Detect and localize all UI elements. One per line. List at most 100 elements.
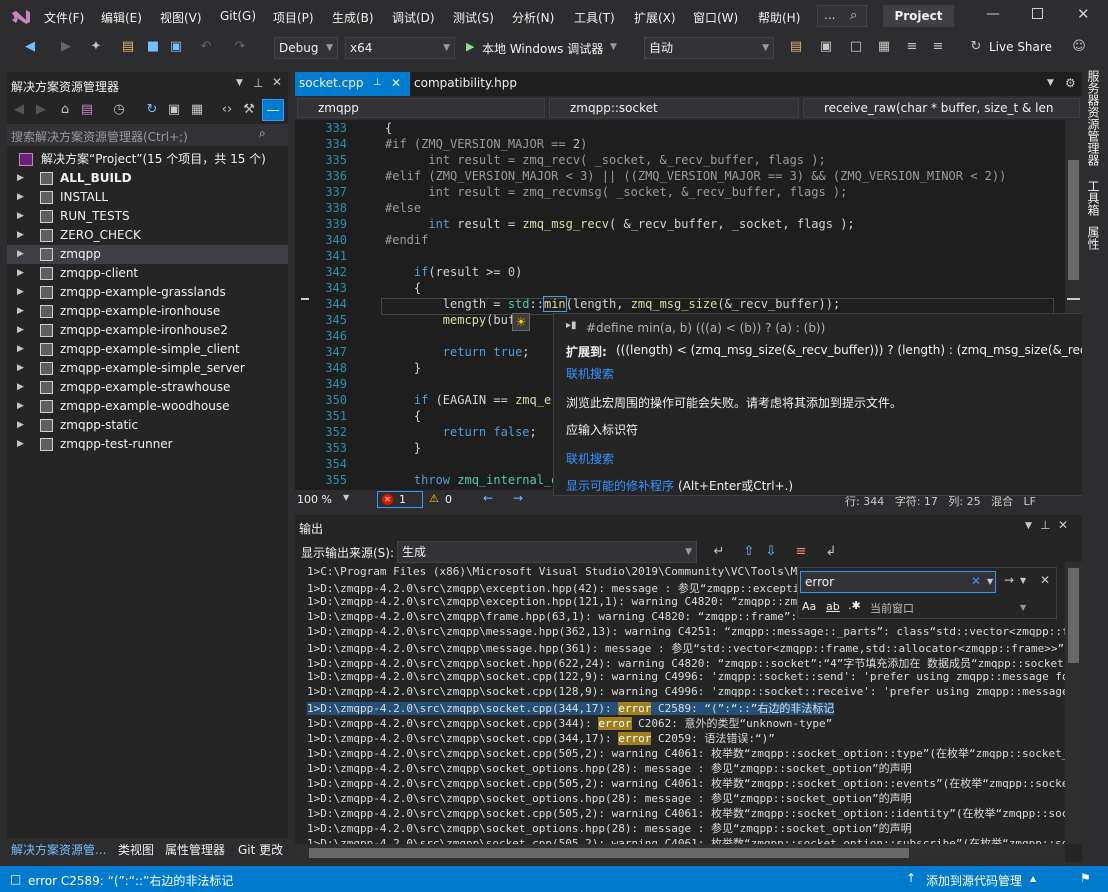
preview-toggle[interactable]: ― [262,99,284,121]
menu-file[interactable]: 文件(F) [44,9,84,26]
menu-help[interactable]: 帮助(H) [758,9,800,26]
save-all-icon[interactable]: ▣ [168,39,184,55]
chevron-down-icon[interactable]: ▼ [236,78,243,88]
minimize-icon[interactable]: — [986,6,1000,22]
code-icon[interactable]: ‹› [219,102,235,118]
solution-search[interactable]: 搜索解决方案资源管理器(Ctrl+;) ⌕ [7,124,288,146]
tab-property-manager[interactable]: 属性管理器 [165,838,225,862]
save-icon[interactable]: ■ [145,39,161,55]
show-all-icon[interactable]: ▦ [189,102,205,118]
chevron-down-icon[interactable]: ▼ [610,42,617,52]
project-item[interactable]: ▶ zmqpp-client [7,264,288,283]
warning-count[interactable]: 0 [445,493,452,506]
window-icon[interactable]: □ [848,39,864,55]
close-icon[interactable]: ✕ [1040,573,1050,587]
project-item[interactable]: ▶ zmqpp [7,245,288,264]
expand-icon[interactable]: ▶ [17,359,24,378]
menu-project[interactable]: 项目(P) [273,9,314,26]
settings-icon[interactable]: ⚙ [1065,76,1076,90]
project-item[interactable]: ▶ zmqpp-example-ironhouse2 [7,321,288,340]
tab-solution-explorer[interactable]: 解决方案资源管... [11,838,106,862]
live-share-button[interactable]: Live Share [989,40,1052,54]
output-scrollbar-v[interactable] [1065,562,1082,844]
project-item[interactable]: ▶ zmqpp-example-woodhouse [7,397,288,416]
next-message-icon[interactable]: ⇩ [763,544,779,560]
arrow-left-icon[interactable]: ← [483,491,493,505]
close-icon[interactable]: ✕ [391,72,401,94]
tab-socket-cpp[interactable]: socket.cpp ⊥ ✕ [295,72,410,96]
arrow-right-icon[interactable]: → [513,491,523,505]
run-debugger-button[interactable]: 本地 Windows 调试器 [482,40,603,57]
project-item[interactable]: ▶ zmqpp-test-runner [7,435,288,454]
expand-icon[interactable]: ▶ [17,416,24,435]
pin-icon[interactable]: ⊥ [1040,518,1050,532]
chevron-down-icon[interactable]: ▼ [1020,576,1026,585]
maximize-icon[interactable] [1032,8,1043,19]
expand-icon[interactable]: ▶ [17,226,24,245]
scroll-thumb[interactable] [309,848,909,858]
word-wrap-icon[interactable]: ↲ [823,544,839,560]
person-icon[interactable]: ☺ [1071,39,1087,55]
clear-all-icon[interactable]: ≡ [793,544,809,560]
screenshot-icon[interactable]: ▣ [818,39,834,55]
online-search-link[interactable]: 联机搜索 [566,365,614,382]
scroll-thumb[interactable] [1068,568,1079,663]
open-folder-icon[interactable]: ▤ [120,39,136,55]
project-item[interactable]: ▶ zmqpp-example-ironhouse [7,302,288,321]
menu-debug[interactable]: 调试(D) [392,9,435,26]
regex-icon[interactable]: .✱ [848,599,861,612]
find-scope[interactable]: 当前窗口 [870,600,914,616]
expand-icon[interactable]: ▶ [17,264,24,283]
previous-message-icon[interactable]: ⇧ [741,544,757,560]
tab-compatibility-hpp[interactable]: compatibility.hpp [410,72,550,96]
expand-icon[interactable]: ▶ [17,378,24,397]
chevron-down-icon[interactable]: ▼ [343,493,349,502]
expand-icon[interactable]: ▶ [17,169,24,188]
output-scrollbar-h[interactable] [295,844,1065,862]
expand-icon[interactable]: ▶ [17,302,24,321]
close-icon[interactable]: ✕ [1077,5,1090,23]
menu-test[interactable]: 测试(S) [453,9,494,26]
menu-edit[interactable]: 编辑(E) [101,9,142,26]
project-item[interactable]: ▶ zmqpp-example-simple_server [7,359,288,378]
whole-word-icon[interactable]: ab [826,600,840,613]
show-fixes-link[interactable]: 显示可能的修补程序 [566,477,674,494]
back-icon[interactable]: ◀ [11,102,27,118]
menu-build[interactable]: 生成(B) [332,9,374,26]
project-item[interactable]: ▶ zmqpp-example-grasslands [7,283,288,302]
match-case-icon[interactable]: Aa [802,600,816,613]
find-next-icon[interactable]: → [1004,573,1014,587]
project-item[interactable]: ▶ ALL_BUILD [7,169,288,188]
scroll-thumb[interactable] [1068,160,1079,280]
go-to-message-icon[interactable]: ↵ [711,544,727,560]
menu-window[interactable]: 窗口(W) [693,9,738,26]
project-item[interactable]: ▶ zmqpp-example-strawhouse [7,378,288,397]
clear-search-icon[interactable]: ✕ [971,574,981,588]
lightbulb-icon[interactable]: ☀ [512,313,530,331]
project-item[interactable]: ▶ ZERO_CHECK [7,226,288,245]
nav-project[interactable]: zmqpp [297,98,545,118]
menu-analyze[interactable]: 分析(N) [512,9,554,26]
project-item[interactable]: ▶ zmqpp-static [7,416,288,435]
online-search-link[interactable]: 联机搜索 [566,450,614,467]
tab-git-changes[interactable]: Git 更改 [238,838,283,862]
nav-member[interactable]: receive_raw(char * buffer, size_t & len [803,98,1080,118]
home-icon[interactable]: ⌂ [57,102,73,118]
pin-icon[interactable]: ⊥ [253,76,263,90]
chevron-down-icon[interactable]: ▼ [1047,78,1054,88]
properties-tab[interactable]: 属性 [1085,226,1102,250]
project-item[interactable]: ▶ RUN_TESTS [7,207,288,226]
chevron-down-icon[interactable]: ▼ [1025,521,1032,531]
notification-icon[interactable]: ⚑ [1080,871,1091,885]
nav-scope[interactable]: zmqpp::socket [549,98,799,118]
zoom-level[interactable]: 100 % [297,493,332,506]
collapse-icon[interactable]: ▣ [166,102,182,118]
platform-select[interactable]: x64 ▼ [345,37,455,59]
chevron-down-icon[interactable]: ▼ [987,577,993,586]
expand-icon[interactable]: ▶ [17,207,24,226]
wrench-icon[interactable]: ⚒ [241,102,257,118]
find-input[interactable]: error ✕ ▼ [800,571,996,593]
folder-search-icon[interactable]: ▤ [788,39,804,55]
server-explorer-tab[interactable]: 服务器资源管理器 [1085,70,1102,166]
toolbox-tab[interactable]: 工具箱 [1085,180,1102,216]
